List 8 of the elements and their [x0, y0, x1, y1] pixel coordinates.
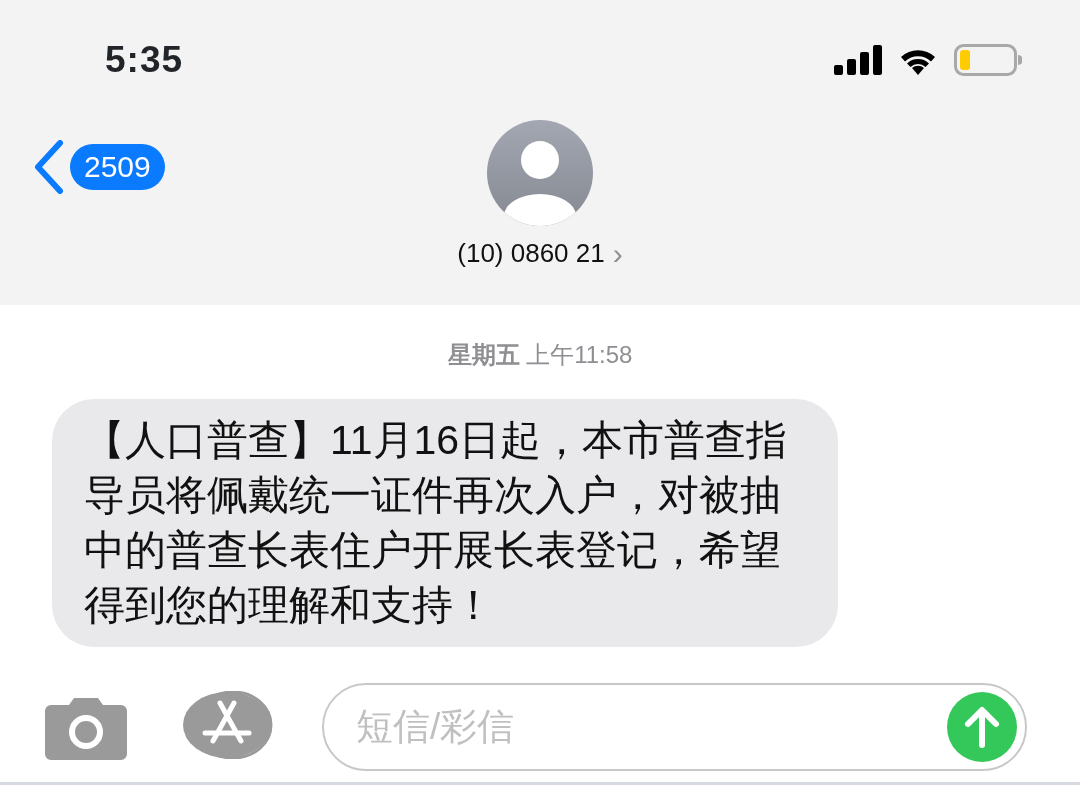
status-time: 5:35 — [105, 38, 184, 83]
unread-count: 2509 — [70, 144, 165, 190]
message-input-field[interactable]: 短信/彩信 — [354, 698, 947, 756]
contact-name[interactable]: (10) 0860 21 › — [457, 234, 623, 273]
message-bubble: 【人口普查】11月16日起，本市普查指导员将佩戴统一证件再次入户，对被抽中的普查长表住户开展长表登记，希望得到您的理解和支持！ — [52, 399, 838, 647]
message-timestamp: 星期五 上午11:58 — [446, 340, 634, 370]
back-button[interactable]: 2509 — [34, 140, 165, 194]
message-field[interactable]: 短信/彩信 — [322, 683, 1027, 771]
